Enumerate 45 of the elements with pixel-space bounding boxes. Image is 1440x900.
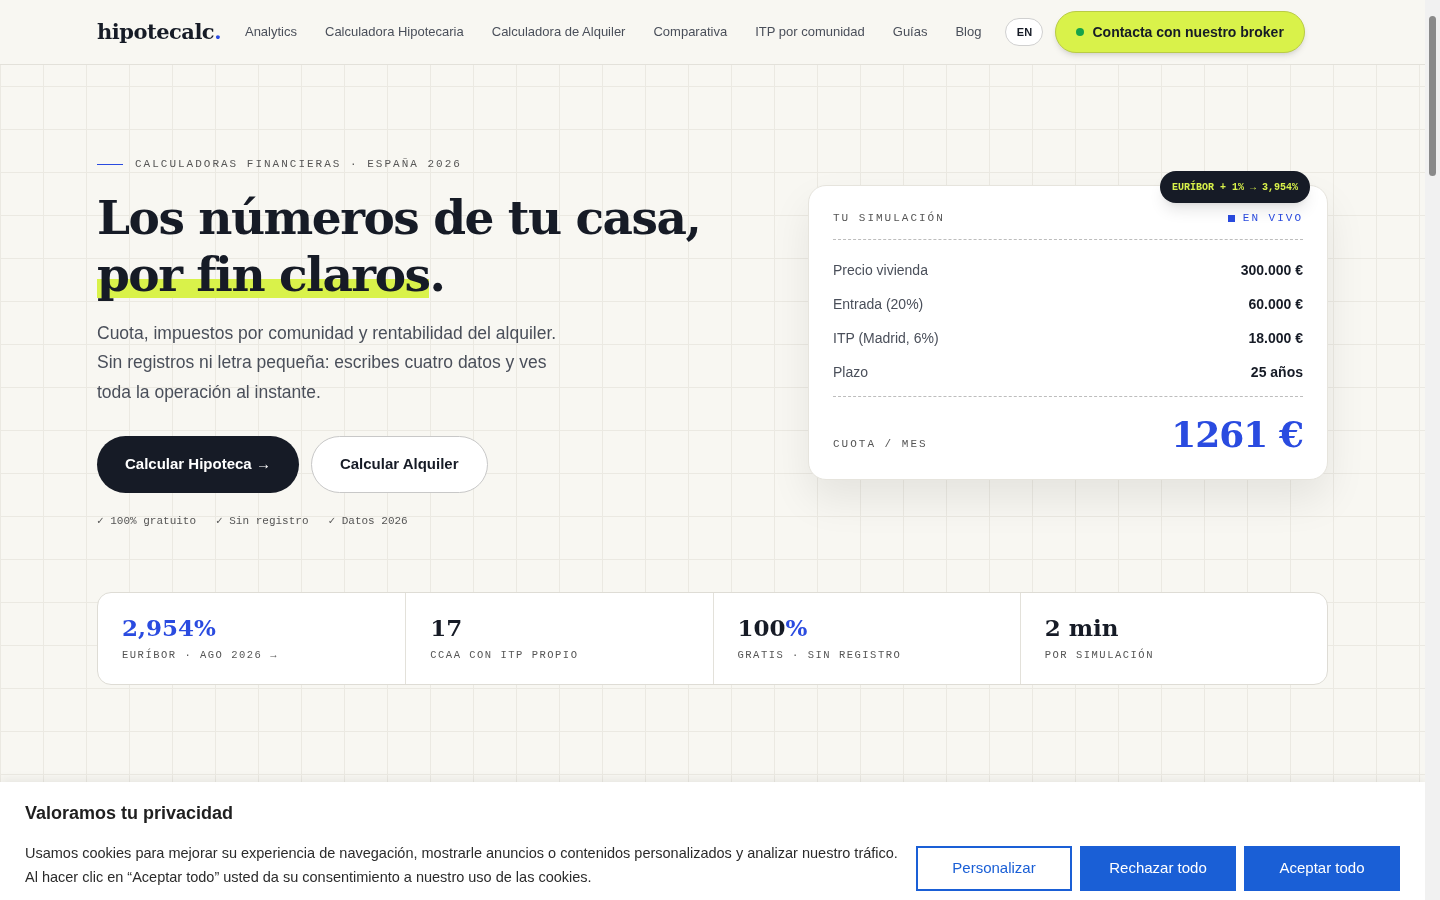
row-value: 18.000 € [1248,329,1303,348]
contact-broker-button[interactable]: Contacta con nuestro broker [1055,11,1305,53]
live-label: EN VIVO [1242,211,1303,226]
monthly-payment-label: CUOTA / MES [833,437,928,452]
stat-caption: EURÍBOR · AGO 2026 → [122,647,280,663]
language-button[interactable]: EN [1005,18,1044,46]
card-title: TU SIMULACIÓN [833,210,945,226]
stat-caption: POR SIMULACIÓN [1044,647,1155,663]
feature-check: ✓ 100% gratuito [97,514,197,529]
stat-value: 100% [737,612,809,643]
row-label: Plazo [833,363,869,382]
calculate-rent-button[interactable]: Calcular Alquiler [310,436,488,493]
row-label: Entrada (20%) [833,295,924,314]
row-label: Precio vivienda [833,261,928,280]
site-logo[interactable]: hipotecalc. [97,16,221,48]
cookie-button[interactable]: Personalizar [916,845,1072,891]
cookie-title: Valoramos tu privacidad [25,802,235,825]
row-value: 25 años [1250,363,1303,382]
nav-link[interactable]: Analytics [244,22,297,42]
nav-link[interactable]: Blog [955,22,982,42]
calculate-mortgage-button[interactable]: Calcular Hipoteca → [97,436,299,493]
nav-link[interactable]: Calculadora Hipotecaria [325,22,464,42]
feature-check: ✓ Datos 2026 [328,514,408,529]
nav-link[interactable]: Calculadora de Alquiler [491,22,626,42]
stat-caption: CCAA CON ITP PROPIO [430,647,580,663]
stat-value: 2 min [1044,612,1120,643]
row-value: 300.000 € [1240,261,1303,280]
nav-link[interactable]: Comparativa [653,22,728,42]
nav-link[interactable]: Guías [892,22,928,42]
cookie-text: Usamos cookies para mejorar su experiencia de navegación, mostrarle anuncios o contenidos personalizados y analizar nuestro tráfico. Al hacer clic en “Aceptar todo” usted da su consentimiento a nuestro uso de las cookies. [25,844,898,887]
feature-check: ✓ Sin registro [216,514,309,529]
live-indicator-icon [1227,214,1235,222]
row-label: ITP (Madrid, 6%) [833,329,939,348]
row-value: 60.000 € [1248,295,1303,314]
status-dot-icon [1076,28,1085,36]
stat-caption: GRATIS · SIN REGISTRO [737,647,903,663]
stat-value: 17 [430,612,464,643]
cookie-button[interactable]: Aceptar todo [1244,845,1400,891]
hero-description: Cuota, impuestos por comunidad y rentabilidad del alquiler. Sin registros ni letra pequeña: escribes cuatro datos y ves toda la operación al instante. [97,321,558,404]
euribor-badge: EURÍBOR + 1% → 3,954% [1159,171,1310,203]
eyebrow-label: CALCULADORAS FINANCIERAS · ESPAÑA 2026 [135,157,462,172]
nav-link[interactable]: ITP por comunidad [755,22,865,42]
stat-value: 2,954% [122,612,217,643]
cookie-button[interactable]: Rechazar todo [1080,845,1236,891]
monthly-payment-value: 1261 € [1171,411,1303,457]
